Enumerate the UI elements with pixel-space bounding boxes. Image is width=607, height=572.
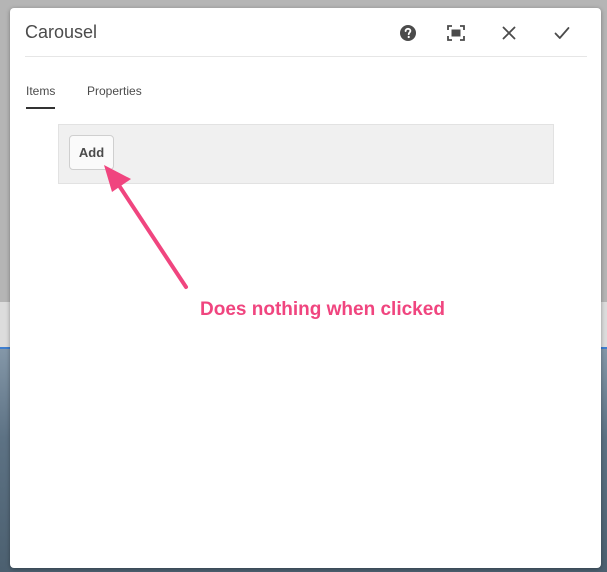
check-icon (554, 27, 570, 39)
help-button[interactable] (395, 20, 421, 46)
close-button[interactable] (496, 20, 522, 46)
carousel-dialog: Carousel Items Properties Add (10, 8, 601, 568)
dialog-title: Carousel (25, 22, 98, 42)
add-button[interactable]: Add (69, 135, 114, 170)
help-icon (400, 25, 416, 41)
dialog-header: Carousel (25, 8, 587, 57)
close-icon (502, 26, 516, 40)
fullscreen-button[interactable] (443, 20, 469, 46)
tab-properties[interactable]: Properties (87, 84, 142, 98)
done-button[interactable] (549, 20, 575, 46)
fullscreen-icon (447, 25, 465, 41)
items-multifield: Add (58, 124, 554, 184)
annotation-text: Does nothing when clicked (200, 299, 445, 320)
tab-items[interactable]: Items (26, 84, 56, 109)
